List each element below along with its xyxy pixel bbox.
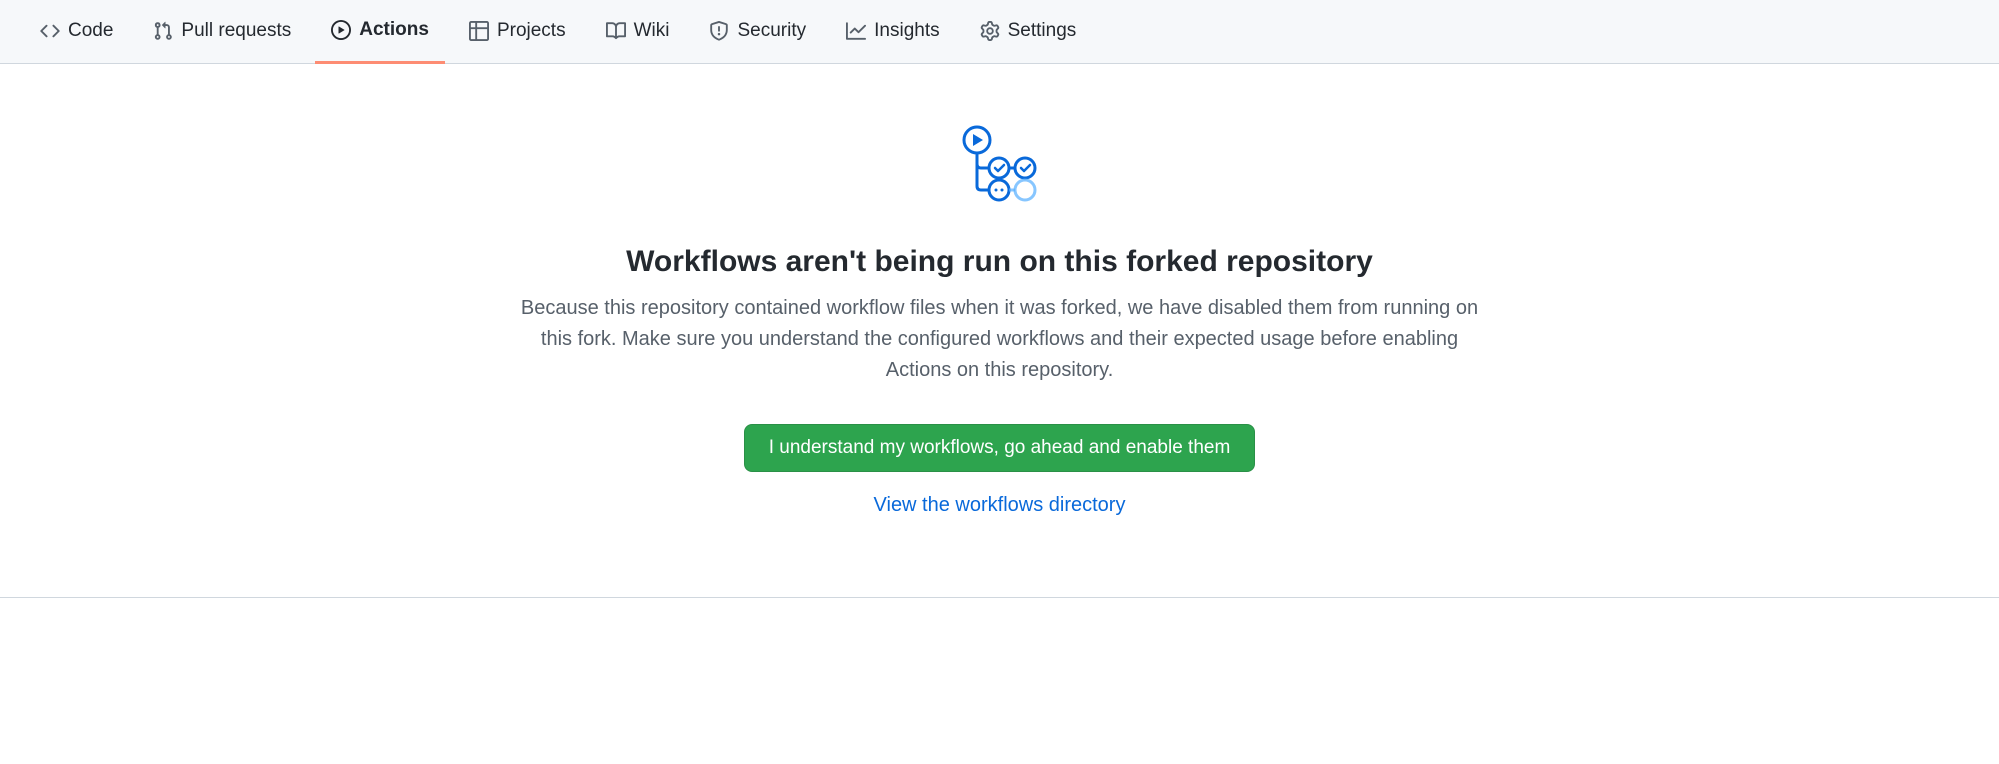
play-circle-icon xyxy=(331,20,351,40)
tab-wiki[interactable]: Wiki xyxy=(590,0,686,64)
graph-icon xyxy=(846,21,866,41)
tab-settings[interactable]: Settings xyxy=(964,0,1093,64)
enable-workflows-button[interactable]: I understand my workflows, go ahead and … xyxy=(744,424,1256,472)
view-workflows-link[interactable]: View the workflows directory xyxy=(874,494,1126,517)
gear-icon xyxy=(980,21,1000,41)
tab-actions[interactable]: Actions xyxy=(315,0,445,64)
tab-insights[interactable]: Insights xyxy=(830,0,955,64)
page-divider xyxy=(0,597,1999,598)
book-icon xyxy=(606,21,626,41)
code-icon xyxy=(40,21,60,41)
blankslate-description: Because this repository contained workfl… xyxy=(520,293,1480,386)
tab-label: Settings xyxy=(1008,20,1077,42)
repo-nav: Code Pull requests Actions Projects Wiki… xyxy=(0,0,1999,64)
tab-label: Insights xyxy=(874,20,939,42)
actions-disabled-blankslate: Workflows aren't being run on this forke… xyxy=(0,64,1999,597)
tab-security[interactable]: Security xyxy=(693,0,822,64)
tab-label: Code xyxy=(68,20,113,42)
tab-projects[interactable]: Projects xyxy=(453,0,582,64)
tab-label: Actions xyxy=(359,19,429,41)
tab-label: Pull requests xyxy=(181,20,291,42)
git-pull-request-icon xyxy=(153,21,173,41)
tab-label: Wiki xyxy=(634,20,670,42)
tab-label: Security xyxy=(737,20,806,42)
workflow-illustration-icon xyxy=(955,124,1045,209)
shield-icon xyxy=(709,21,729,41)
tab-code[interactable]: Code xyxy=(24,0,129,64)
tab-pull-requests[interactable]: Pull requests xyxy=(137,0,307,64)
blankslate-heading: Workflows aren't being run on this forke… xyxy=(626,245,1373,279)
tab-label: Projects xyxy=(497,20,566,42)
table-icon xyxy=(469,21,489,41)
